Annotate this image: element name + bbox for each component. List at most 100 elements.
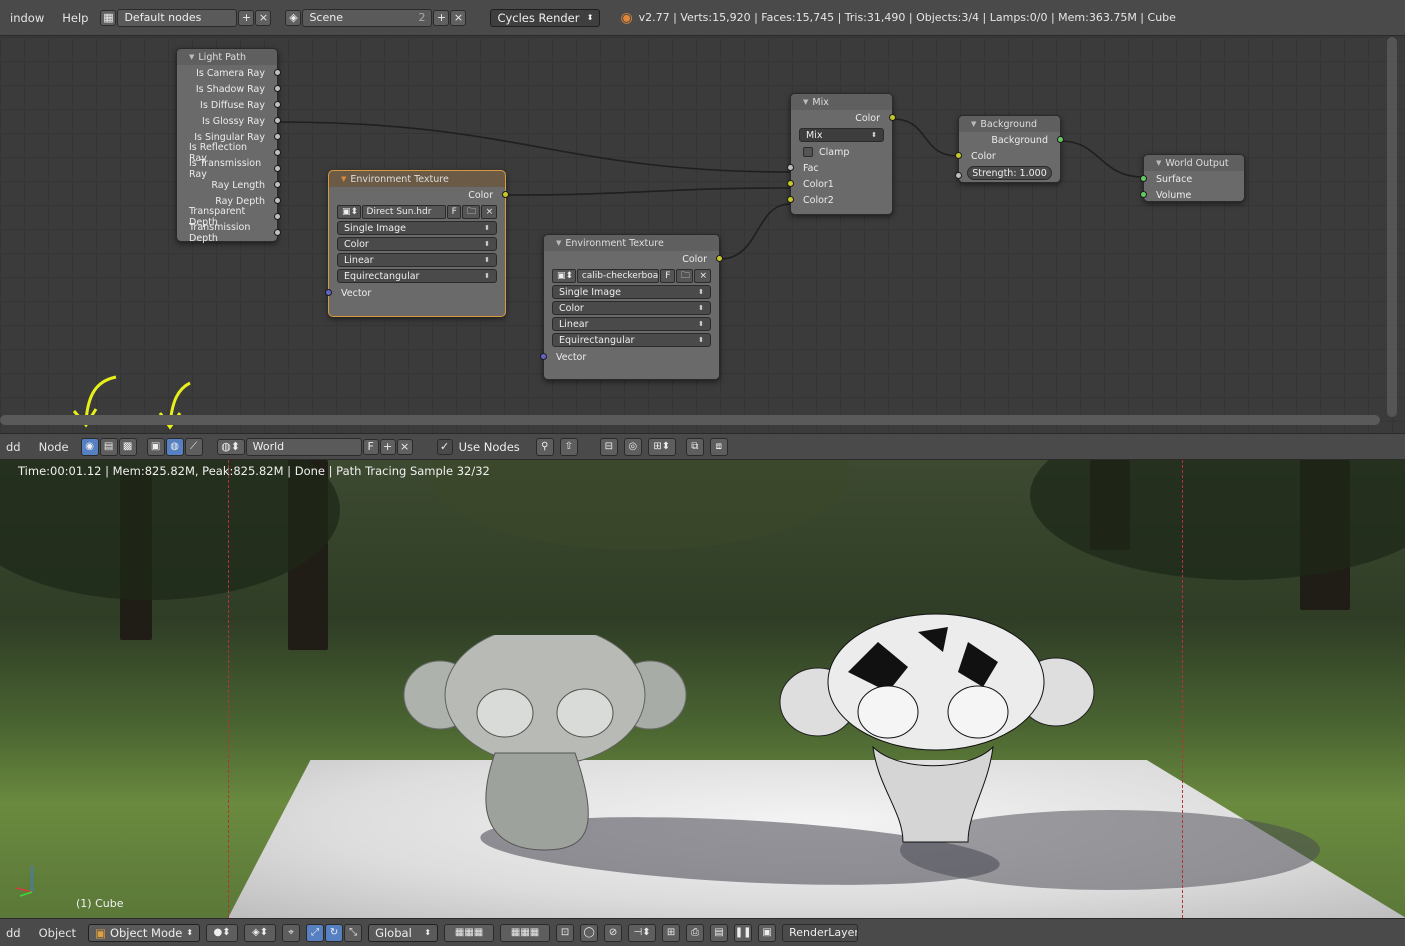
render-engine-dropdown[interactable]: Cycles Render ⬍ [490, 8, 601, 27]
projection-dropdown[interactable]: Equirectangular ⬍ [552, 333, 711, 347]
layers-grid-1[interactable]: ▦▦▦ [444, 923, 495, 942]
menu-add[interactable]: dd [0, 440, 27, 454]
interaction-mode-dropdown[interactable]: ▣ Object Mode ⬍ [88, 923, 201, 942]
manipulator-toggle-icon[interactable]: ⌖ [282, 923, 301, 942]
screen-layout-field[interactable]: Default nodes [117, 8, 238, 27]
fake-user-button[interactable]: F [660, 269, 675, 283]
background-output-socket[interactable] [1057, 136, 1064, 143]
snap-element-icon[interactable]: ◎ [623, 437, 642, 456]
compositing-nodes-icon[interactable]: ▤ [99, 437, 118, 456]
source-dropdown[interactable]: Single Image ⬍ [552, 285, 711, 299]
remove-scene-icon[interactable]: × [450, 9, 467, 26]
render-layer-icon[interactable]: ▣ [758, 923, 777, 942]
vertical-scrollbar[interactable] [1387, 37, 1397, 417]
mix-node[interactable]: ▼ Mix Color Mix ⬍ Clamp Fac Color1 Color2 [787, 93, 896, 215]
pin-icon[interactable]: ⚲ [535, 437, 554, 456]
output-socket[interactable] [274, 133, 281, 140]
interpolation-dropdown[interactable]: Linear ⬍ [337, 253, 497, 267]
clamp-checkbox[interactable] [803, 147, 813, 157]
add-scene-icon[interactable]: + [433, 9, 450, 26]
clamp-checkbox-row[interactable]: Clamp [791, 144, 892, 160]
opengl-anim-render-icon[interactable]: ▤ [710, 923, 729, 942]
texture-nodes-icon[interactable]: ▩ [118, 437, 137, 456]
snap-element-dropdown[interactable]: ⊣⬍ [628, 923, 657, 942]
output-socket[interactable] [274, 213, 281, 220]
paste-nodes-icon[interactable]: ⧈ [709, 437, 728, 456]
add-world-icon[interactable]: + [379, 438, 396, 455]
mix-header[interactable]: ▼ Mix [791, 94, 892, 110]
go-parent-icon[interactable]: ⇧ [559, 437, 578, 456]
surface-input-socket[interactable] [1140, 175, 1147, 182]
collapse-icon[interactable]: ▼ [189, 53, 194, 61]
lock-layers-icon[interactable]: ⊡ [556, 923, 575, 942]
color1-input-socket[interactable] [787, 180, 794, 187]
world-name-field[interactable]: World [245, 437, 362, 456]
menu-help[interactable]: Help [56, 11, 94, 25]
unlink-image-icon[interactable]: × [694, 269, 711, 283]
background-header[interactable]: ▼ Background [959, 116, 1060, 132]
pivot-point-dropdown[interactable]: ◈⬍ [244, 923, 277, 942]
viewport-shading-dropdown[interactable]: ●⬍ [206, 923, 239, 942]
translate-manipulator-icon[interactable]: ⤢ [306, 923, 325, 942]
source-dropdown[interactable]: Single Image ⬍ [337, 221, 497, 235]
output-socket[interactable] [274, 85, 281, 92]
object-shader-icon[interactable]: ▣ [146, 437, 165, 456]
fake-user-button[interactable]: F [446, 205, 462, 219]
image-browse-icon[interactable]: ▣⬍ [552, 269, 576, 283]
interpolation-dropdown[interactable]: Linear ⬍ [552, 317, 711, 331]
collapse-icon[interactable]: ▼ [1156, 159, 1161, 167]
color-space-dropdown[interactable]: Color ⬍ [337, 237, 497, 251]
remove-layout-icon[interactable]: × [255, 9, 272, 26]
proportional-edit-icon[interactable]: ◯ [580, 923, 599, 942]
output-socket[interactable] [274, 101, 281, 108]
output-socket[interactable] [274, 117, 281, 124]
scene-icon[interactable]: ◈ [285, 9, 302, 26]
color-space-dropdown[interactable]: Color ⬍ [552, 301, 711, 315]
layers-grid-2[interactable]: ▦▦▦ [500, 923, 551, 942]
open-image-icon[interactable]: 🗀 [462, 205, 480, 219]
strength-field[interactable]: Strength: 1.000 [967, 166, 1052, 180]
color-output-socket[interactable] [716, 255, 723, 262]
image-name-field[interactable]: Direct Sun.hdr [361, 205, 446, 219]
volume-input-socket[interactable] [1140, 191, 1147, 198]
world-browse-icon[interactable]: ◍⬍ [216, 438, 245, 455]
world-fake-user-button[interactable]: F [362, 438, 379, 455]
use-nodes-checkbox[interactable]: ✓ [436, 438, 453, 455]
output-socket[interactable] [274, 69, 281, 76]
color-output-socket[interactable] [889, 114, 896, 121]
scale-manipulator-icon[interactable]: ⤡ [344, 923, 363, 942]
projection-dropdown[interactable]: Equirectangular ⬍ [337, 269, 497, 283]
world-shader-icon[interactable]: ◍ [165, 437, 184, 456]
opengl-render-icon[interactable]: ⎙ [686, 923, 705, 942]
render-layer-field[interactable]: RenderLayer [782, 923, 859, 942]
environment-texture-node-2[interactable]: ▼ Environment Texture Color ▣⬍ calib-che… [540, 234, 723, 380]
vector-input-socket[interactable] [325, 289, 332, 296]
menu-node[interactable]: Node [33, 440, 75, 454]
strength-input-socket[interactable] [955, 172, 962, 179]
output-socket[interactable] [274, 197, 281, 204]
horizontal-scrollbar[interactable] [0, 415, 1380, 425]
color2-input-socket[interactable] [787, 196, 794, 203]
snap-target-icon[interactable]: ⊞⬍ [647, 437, 676, 456]
env-texture-1-header[interactable]: ▼ Environment Texture [329, 171, 505, 187]
snap-target-icon[interactable]: ⊞ [662, 923, 681, 942]
background-node[interactable]: ▼ Background Background Color Strength: … [955, 115, 1064, 183]
collapse-icon[interactable]: ▼ [803, 98, 808, 106]
snap-icon[interactable]: ⊟ [599, 437, 618, 456]
image-name-field[interactable]: calib-checkerboard... [576, 269, 660, 283]
screen-layout-icon[interactable]: ▦ [100, 9, 117, 26]
image-browse-icon[interactable]: ▣⬍ [337, 205, 361, 219]
blend-type-dropdown[interactable]: Mix ⬍ [799, 128, 884, 142]
node-editor-canvas[interactable]: ▼ Light Path Is Camera Ray Is Shadow Ray… [0, 37, 1405, 433]
light-path-header[interactable]: ▼ Light Path [177, 49, 277, 65]
3d-viewport[interactable]: Time:00:01.12 | Mem:825.82M, Peak:825.82… [0, 460, 1405, 918]
collapse-icon[interactable]: ▼ [556, 239, 561, 247]
output-socket[interactable] [274, 165, 281, 172]
linestyle-shader-icon[interactable]: ⟋ [184, 437, 203, 456]
menu-object[interactable]: Object [33, 926, 82, 940]
snap-icon[interactable]: ⊘ [604, 923, 623, 942]
color-input-socket[interactable] [955, 152, 962, 159]
menu-add[interactable]: dd [0, 926, 27, 940]
rotate-manipulator-icon[interactable]: ↻ [325, 923, 344, 942]
transform-orientation-dropdown[interactable]: Global ⬍ [368, 923, 439, 942]
